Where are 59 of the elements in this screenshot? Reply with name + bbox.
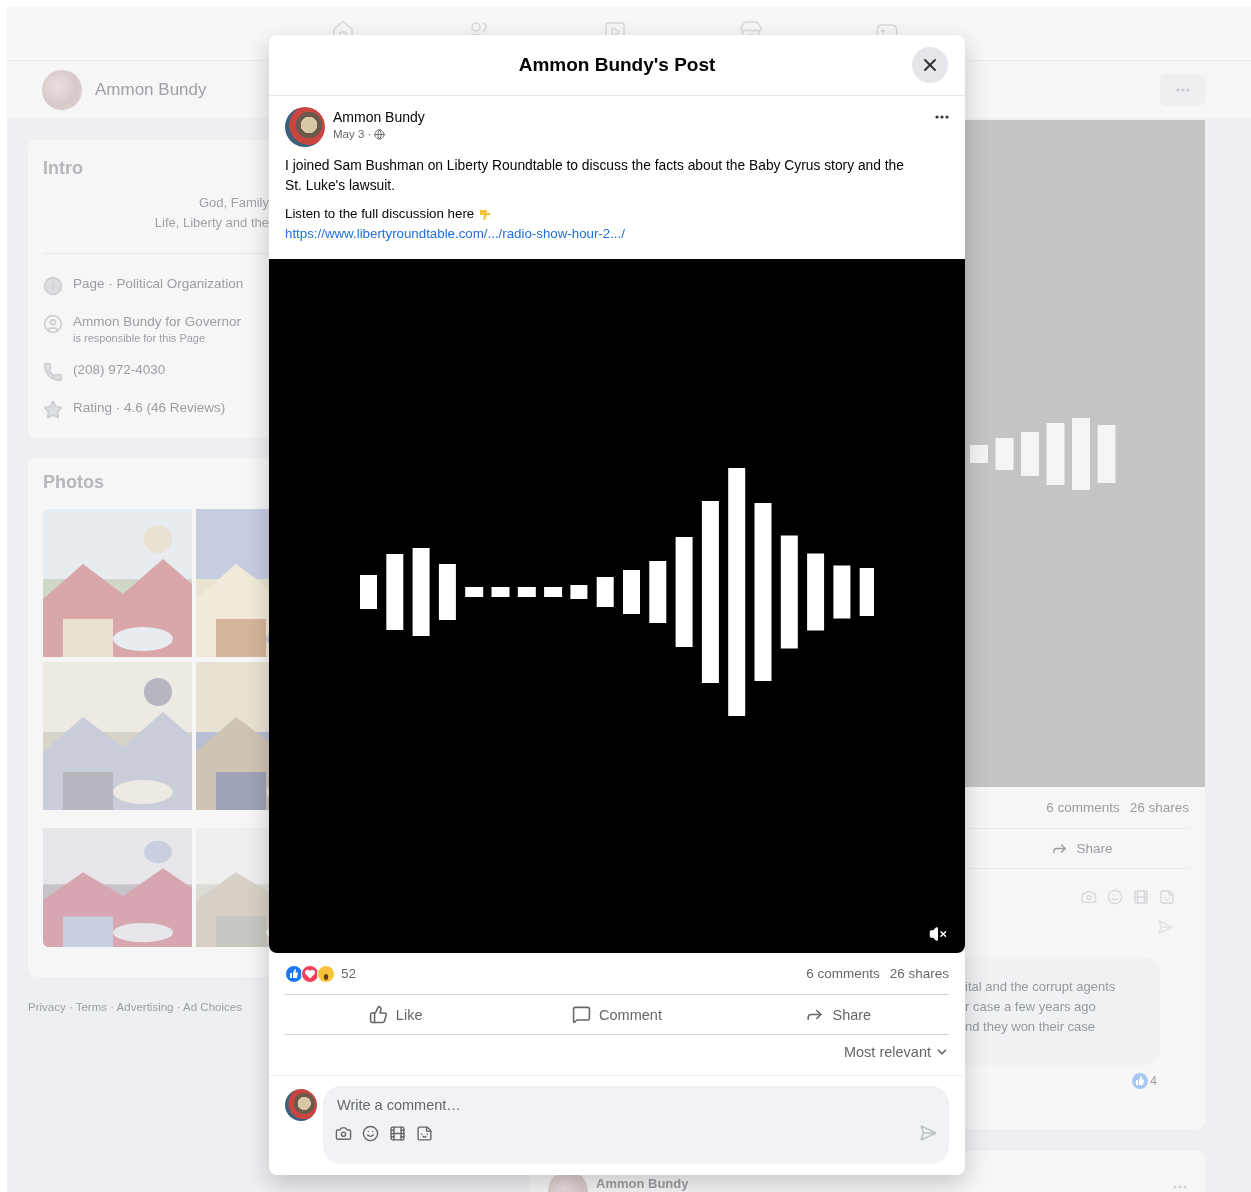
star-icon: [43, 400, 63, 420]
phone-icon: [43, 362, 63, 382]
detail-text: (208) 972-4030: [73, 362, 166, 377]
post-text: I joined Sam Bushman on Liberty Roundtable to discuss the facts about the Baby Cyrus story and the St. Luke's lawsuit.: [285, 157, 905, 195]
author-name[interactable]: Ammon Bundy: [333, 109, 927, 125]
thumbs-up-icon: [368, 1005, 388, 1024]
film-icon[interactable]: [389, 1124, 406, 1142]
share-count[interactable]: 26 shares: [889, 966, 949, 981]
send-icon[interactable]: [919, 1124, 937, 1142]
info-icon: [43, 276, 63, 296]
video-player[interactable]: [269, 259, 965, 953]
card-title: Photos: [43, 472, 105, 493]
comment-button[interactable]: Comment: [506, 995, 728, 1034]
like-reaction-icon: [285, 964, 303, 983]
detail-text: Rating · 4.6 (46 Reviews): [73, 400, 226, 415]
dialog-title: Ammon Bundy's Post: [518, 54, 716, 76]
author-name: Ammon Bundy: [596, 1176, 689, 1191]
comment-text: ital and the corrupt agents: [965, 978, 1117, 996]
heart-reaction-icon: [301, 964, 319, 983]
more-icon: [1175, 87, 1190, 92]
post-date[interactable]: May 3 ·: [333, 128, 372, 140]
detail-text: Page · Political Organization: [73, 276, 244, 291]
sort-dropdown[interactable]: Most relevant: [843, 1044, 949, 1060]
avatar: [285, 1089, 317, 1121]
share-button[interactable]: Share: [727, 995, 949, 1034]
card-title: Intro: [43, 158, 84, 179]
post-link[interactable]: https://www.libertyroundtable.com/.../radio-show-hour-2.../: [285, 224, 949, 244]
post-text: Listen to the full discussion here: [285, 205, 475, 223]
comment-count[interactable]: 6 comments: [806, 966, 880, 981]
close-button[interactable]: [912, 47, 948, 83]
detail-subtext: is responsible for this Page: [73, 332, 207, 344]
comment-text: r case a few years ago: [965, 998, 1097, 1016]
like-reaction-icon: [1132, 1073, 1149, 1089]
camera-icon[interactable]: [335, 1124, 352, 1142]
bio-text: Life, Liberty and the: [153, 214, 269, 232]
globe-icon: [374, 128, 386, 140]
more-icon: [935, 115, 949, 119]
emoji-icon[interactable]: [362, 1124, 379, 1142]
reaction-count: 4: [1150, 1074, 1157, 1088]
speech-bubble-icon: [572, 1005, 592, 1024]
comment-text: nd they won their case: [965, 1018, 1097, 1036]
comment-box[interactable]: Write a comment…: [323, 1086, 949, 1164]
bio-text: God, Family: [197, 194, 269, 212]
avatar: [42, 69, 82, 110]
share-count: 26 shares: [1129, 800, 1189, 815]
more-icon: [1173, 1185, 1187, 1189]
user-icon: [43, 314, 63, 334]
reaction-count[interactable]: 52: [341, 966, 797, 981]
mute-icon[interactable]: [929, 925, 947, 943]
comment-field[interactable]: Write a comment…: [335, 1086, 937, 1124]
like-button[interactable]: Like: [285, 995, 507, 1034]
page-name: Ammon Bundy: [95, 79, 207, 100]
comment-count: 6 comments: [1046, 800, 1120, 815]
detail-text: Ammon Bundy for Governor: [73, 314, 242, 329]
sticker-icon[interactable]: [416, 1124, 433, 1142]
pointing-hand-icon: [478, 207, 493, 221]
footer-links: Privacy · Terms · Advertising · Ad Choices: [28, 1000, 243, 1013]
wow-reaction-icon: [317, 964, 335, 983]
avatar: [285, 107, 325, 147]
